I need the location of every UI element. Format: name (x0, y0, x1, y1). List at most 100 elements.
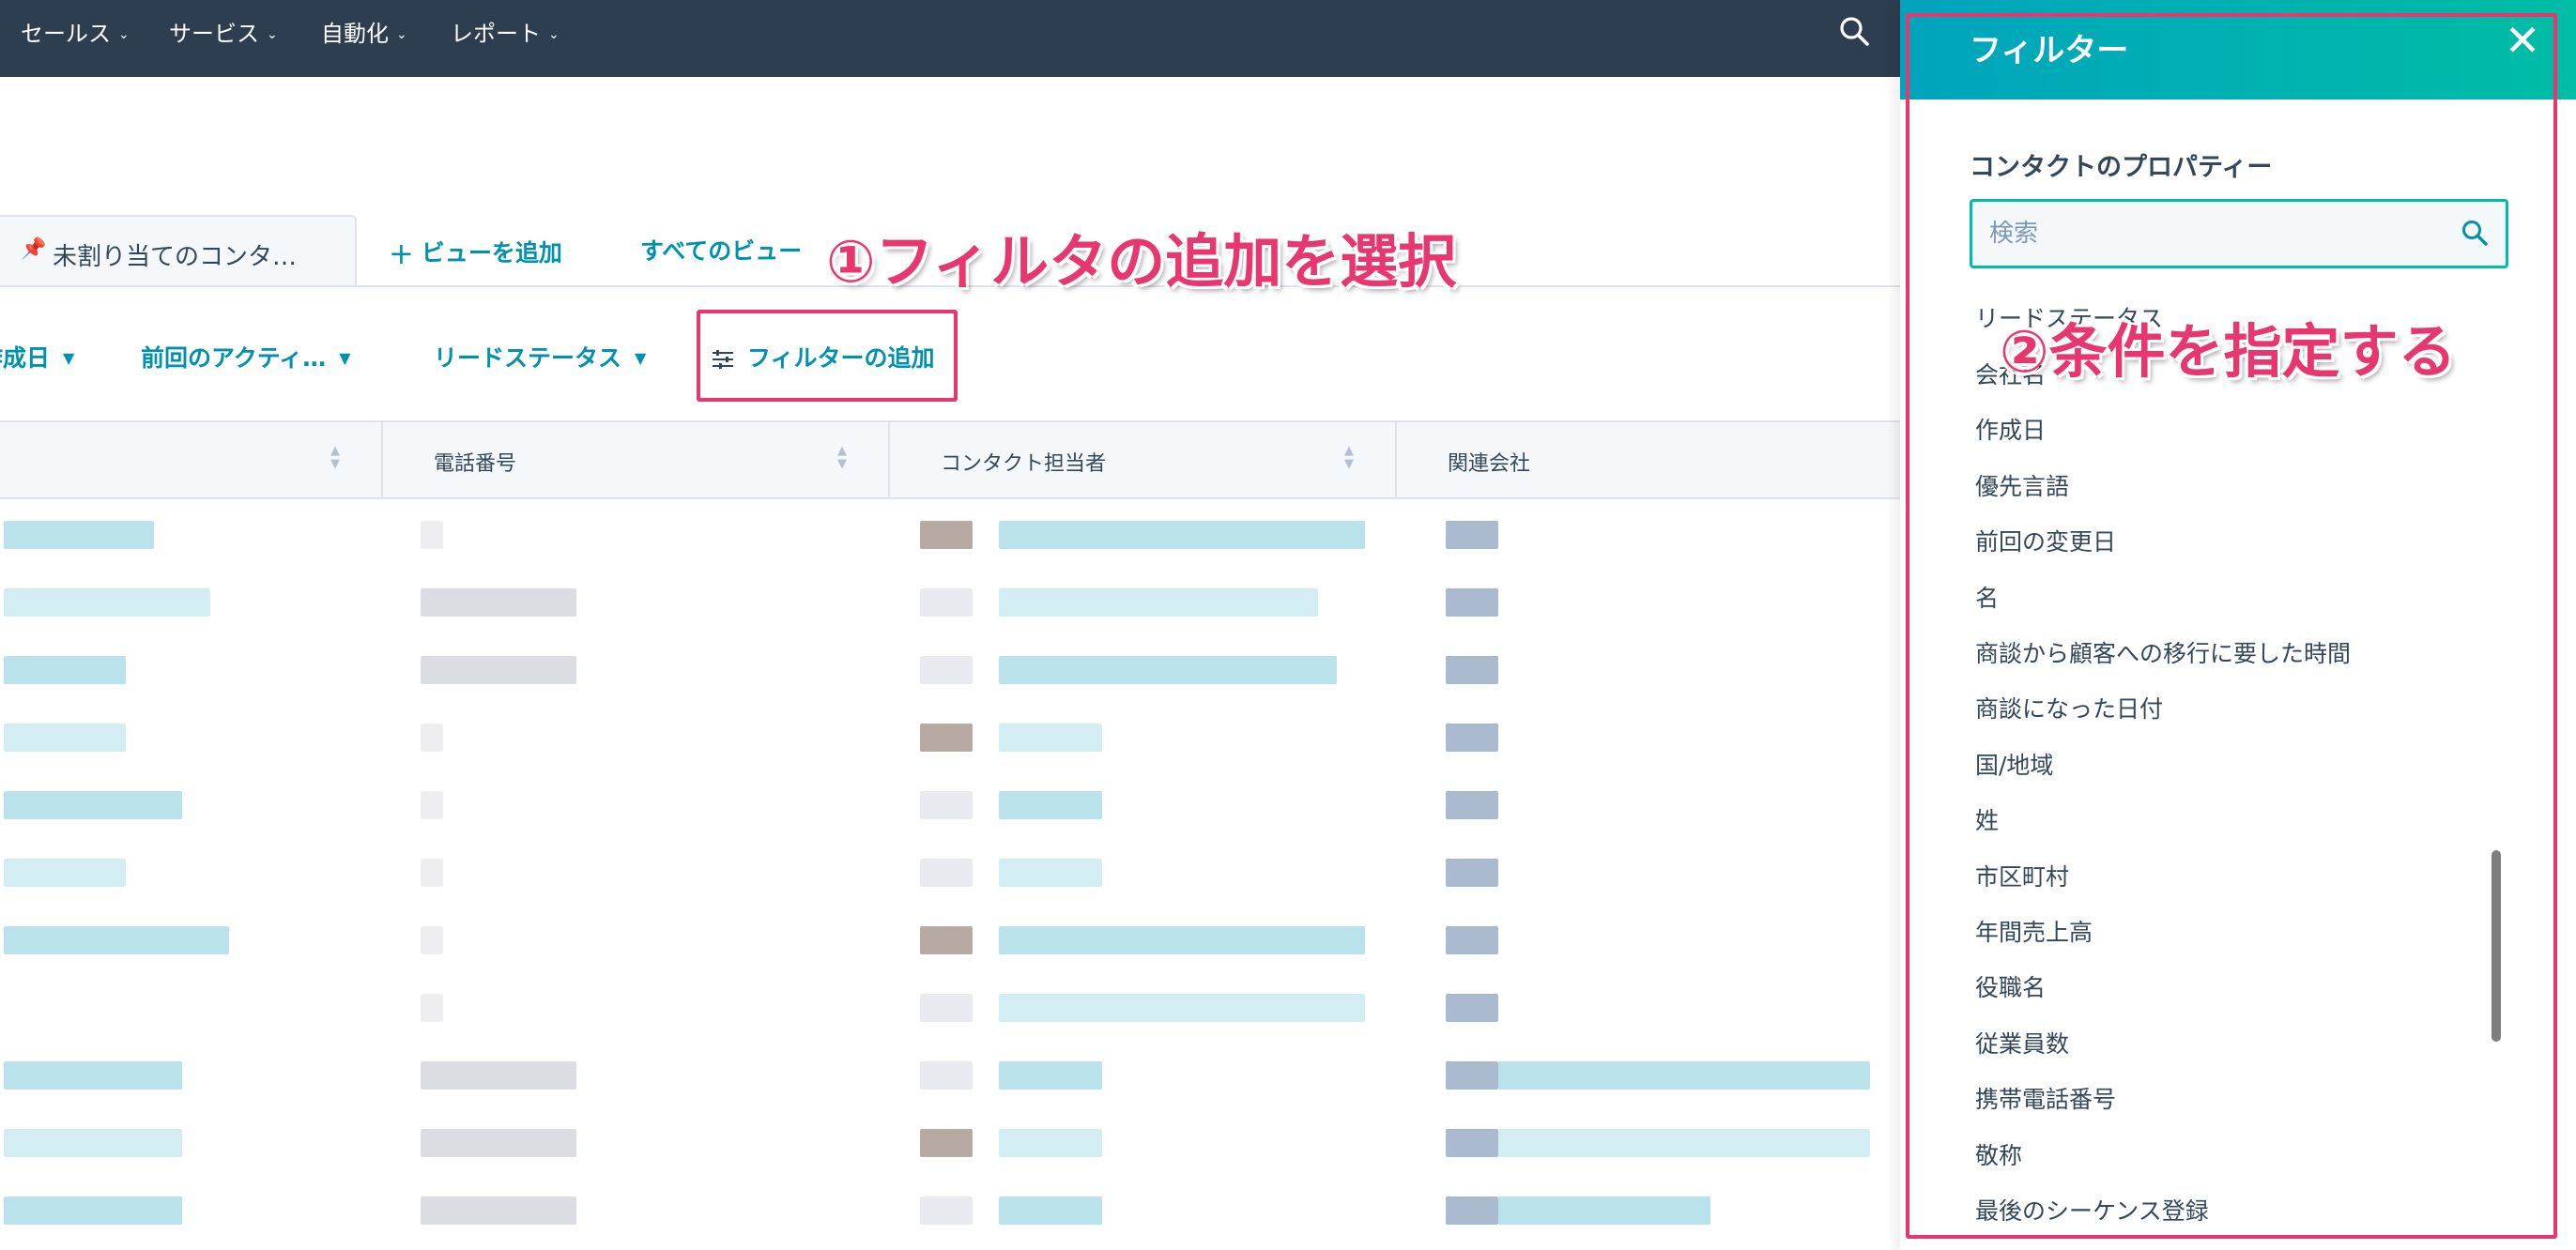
owner-avatar (920, 791, 973, 819)
property-item[interactable]: 作成日 (1975, 404, 2046, 457)
contact-name-cell (4, 656, 126, 684)
filter-chip-last-activity[interactable]: 前回のアクティ… ▼ (141, 340, 351, 373)
owner-name-cell (999, 791, 1102, 819)
owner-name-cell (999, 926, 1365, 954)
filter-chip-label: 作成日 (0, 344, 51, 372)
phone-cell (421, 588, 576, 617)
property-item[interactable]: 商談から顧客への移行に要した時間 (1975, 628, 2351, 680)
table-row[interactable] (0, 839, 1878, 907)
sort-icon[interactable]: ▲ ▼ (330, 445, 340, 471)
company-logo (1446, 588, 1498, 617)
phone-cell (421, 521, 443, 549)
add-filter-button[interactable]: フィルターの追加 (712, 340, 935, 373)
property-item[interactable]: 国/地域 (1975, 739, 2053, 792)
owner-name-cell (999, 1197, 1102, 1225)
owner-avatar (920, 1197, 973, 1225)
top-navigation: セールス ⌄ サービス ⌄ 自動化 ⌄ レポート ⌄ (0, 0, 1900, 77)
table-row[interactable] (0, 636, 1878, 704)
property-search-input[interactable] (1989, 215, 2430, 252)
filter-chip-lead-status[interactable]: リードステータス ▼ (434, 340, 646, 373)
all-views-link[interactable]: すべてのビュー (640, 233, 802, 267)
table-row[interactable] (0, 771, 1878, 839)
table-row[interactable] (0, 501, 1878, 569)
filter-chip-created-date[interactable]: 作成日 ▼ (0, 340, 74, 373)
property-item[interactable]: 携帯電話番号 (1975, 1074, 2116, 1126)
sort-icon[interactable]: ▲ ▼ (837, 445, 847, 471)
table-row[interactable] (0, 704, 1878, 771)
column-header-phone[interactable]: 電話番号 ▲ ▼ (383, 422, 890, 497)
owner-avatar (920, 1129, 973, 1157)
phone-cell (421, 1061, 576, 1090)
chevron-down-icon: ⌄ (267, 27, 278, 42)
table-row[interactable] (0, 907, 1878, 974)
scrollbar-thumb[interactable] (2492, 850, 2501, 1042)
table-row[interactable] (0, 1042, 1878, 1109)
owner-avatar (920, 588, 973, 617)
add-filter-label: フィルターの追加 (747, 344, 935, 372)
owner-name-cell (999, 1129, 1102, 1157)
company-name-cell (1498, 1129, 1870, 1157)
property-item[interactable]: 姓 (1975, 795, 1999, 847)
property-item[interactable]: 名 (1975, 572, 1999, 625)
contact-name-cell (4, 1197, 182, 1225)
table-row[interactable] (0, 569, 1878, 636)
phone-cell (421, 994, 443, 1022)
owner-avatar (920, 994, 973, 1022)
search-icon[interactable] (1838, 15, 1876, 53)
nav-item-reports[interactable]: レポート ⌄ (451, 15, 560, 48)
chevron-down-icon: ⌄ (396, 27, 407, 42)
phone-cell (421, 656, 576, 684)
search-icon[interactable] (2461, 219, 2489, 251)
property-item[interactable]: 商談になった日付 (1975, 683, 2163, 736)
caret-down-icon: ▼ (339, 349, 351, 367)
company-logo (1446, 724, 1498, 752)
property-search-field (1970, 199, 2508, 268)
nav-item-sales[interactable]: セールス ⌄ (21, 15, 130, 48)
company-name-cell (1498, 1197, 1710, 1225)
table-row[interactable] (0, 1109, 1878, 1177)
company-logo (1446, 1061, 1498, 1090)
company-logo (1446, 1197, 1498, 1225)
column-header-company[interactable]: 関連会社 (1397, 422, 1900, 497)
owner-avatar (920, 1061, 973, 1090)
sliders-icon (713, 350, 733, 369)
property-item[interactable]: 最後のシーケンス登録 (1975, 1185, 2209, 1238)
nav-item-automation[interactable]: 自動化 ⌄ (321, 15, 407, 48)
column-header-name[interactable]: ▲ ▼ (0, 422, 383, 497)
column-header-label: 関連会社 (1448, 452, 1531, 476)
property-item[interactable]: 従業員数 (1975, 1018, 2069, 1071)
nav-item-label: 自動化 (321, 21, 389, 47)
phone-cell (421, 859, 443, 887)
property-item[interactable]: 年間売上高 (1975, 907, 2093, 959)
pin-icon: 📌 (21, 237, 47, 261)
nav-item-service[interactable]: サービス ⌄ (169, 15, 278, 48)
phone-cell (421, 791, 443, 819)
contact-name-cell (4, 588, 210, 617)
property-item[interactable]: 役職名 (1975, 962, 2046, 1014)
column-header-label: コンタクト担当者 (941, 452, 1107, 476)
property-item[interactable]: 敬称 (1975, 1130, 2022, 1182)
sort-icon[interactable]: ▲ ▼ (1344, 445, 1354, 471)
contact-name-cell (4, 1129, 182, 1157)
property-item[interactable]: 市区町村 (1975, 851, 2069, 904)
plus-icon: + (389, 236, 414, 271)
view-tab-unassigned[interactable]: 📌 未割り当てのコンタ… (0, 215, 357, 286)
add-view-button[interactable]: + ビューを追加 (389, 233, 562, 271)
caret-down-icon: ▼ (635, 349, 647, 367)
contact-name-cell (4, 926, 229, 954)
company-logo (1446, 994, 1498, 1022)
table-row[interactable] (0, 974, 1878, 1042)
property-item[interactable]: 前回の変更日 (1975, 516, 2116, 569)
nav-item-label: サービス (169, 21, 259, 47)
table-row[interactable] (0, 1177, 1878, 1244)
caret-down-icon: ▼ (63, 349, 75, 367)
property-item[interactable]: 優先言語 (1975, 461, 2069, 513)
close-icon[interactable]: ✕ (2501, 19, 2544, 62)
company-logo (1446, 656, 1498, 684)
annotation-step-2: ②条件を指定する (2000, 317, 2457, 386)
column-header-owner[interactable]: コンタクト担当者 ▲ ▼ (890, 422, 1397, 497)
phone-cell (421, 1129, 576, 1157)
owner-avatar (920, 521, 973, 549)
phone-cell (421, 926, 443, 954)
owner-avatar (920, 859, 973, 887)
